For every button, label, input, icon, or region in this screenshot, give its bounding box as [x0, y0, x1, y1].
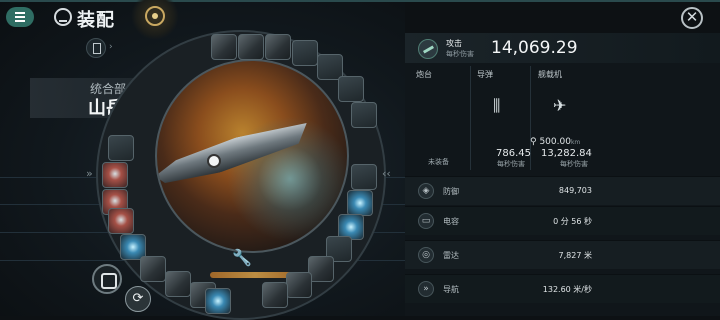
left-arrows-icon: »: [86, 167, 93, 180]
missile-dps-label: 每秒伤害: [497, 160, 525, 168]
stat-value: 7,827 米: [558, 251, 592, 260]
menu-button[interactable]: [6, 7, 34, 27]
capacitor-icon: ▭: [418, 213, 434, 229]
module-rack-button[interactable]: [92, 264, 122, 294]
high-slot-4[interactable]: [292, 40, 318, 66]
high-slot-1[interactable]: [211, 34, 237, 60]
stat-row-capacitor[interactable]: ▭ 电容 0 分 56 秒: [405, 206, 720, 235]
fighter-range: ⚲ 500.00km: [530, 137, 581, 147]
turret-status: 未装备: [428, 158, 449, 166]
stat-row-radar[interactable]: ◎ 雷达 7,827 米: [405, 240, 720, 269]
fitting-icon: [54, 8, 72, 26]
low-slot-7[interactable]: [262, 282, 288, 308]
ship-emblem: [207, 154, 221, 168]
high-slot-6[interactable]: [338, 76, 364, 102]
mid-slot-2[interactable]: [102, 162, 128, 188]
mid-slot-9[interactable]: [205, 288, 231, 314]
fighter-dps-label: 每秒伤害: [560, 160, 588, 168]
low-slot-6[interactable]: [286, 272, 312, 298]
fighter-range-unit: km: [570, 139, 581, 146]
missile-dps: 786.45: [496, 148, 531, 159]
swap-button[interactable]: ⟳: [125, 286, 151, 312]
ship-viewport[interactable]: [155, 59, 349, 253]
fighter-dps: 13,282.84: [541, 148, 592, 159]
shield-icon: ◈: [418, 183, 434, 199]
attack-value: 14,069.29: [491, 38, 578, 58]
mid-slot-4[interactable]: [108, 208, 134, 234]
turret-label: 炮台: [416, 70, 432, 79]
right-arrows-icon: ‹‹: [382, 167, 391, 180]
wrench-icon[interactable]: 🔧: [232, 248, 252, 267]
top-border: [0, 0, 720, 2]
radar-icon: ◎: [418, 247, 434, 263]
stat-label: 雷达: [443, 251, 459, 260]
navigation-icon: »: [418, 281, 434, 297]
high-slot-2[interactable]: [238, 34, 264, 60]
saved-fittings-icon[interactable]: [86, 38, 106, 58]
attack-icon: [418, 39, 438, 59]
fighter-label: 舰载机: [538, 70, 562, 79]
missile-label: 导弹: [477, 70, 493, 79]
stat-row-defense[interactable]: ◈ 防御 849,703: [405, 176, 720, 205]
attack-sublabel: 每秒伤害: [446, 50, 474, 58]
stat-value: 849,703: [558, 186, 592, 195]
stat-label: 防御: [443, 187, 459, 196]
high-slot-3[interactable]: [265, 34, 291, 60]
stat-label: 电容: [443, 217, 459, 226]
low-slot-2[interactable]: [347, 190, 373, 216]
stat-label: 导航: [443, 285, 459, 294]
high-slot-7[interactable]: [351, 102, 377, 128]
close-button[interactable]: ✕: [681, 7, 703, 29]
ship-model: [155, 120, 313, 188]
fighter-icon: ✈: [553, 96, 567, 115]
scan-dot-icon: [152, 13, 158, 19]
stat-row-navigation[interactable]: » 导航 132.60 米/秒: [405, 274, 720, 303]
column-divider: [470, 66, 471, 170]
stat-value: 132.60 米/秒: [542, 285, 592, 294]
low-slot-1[interactable]: [351, 164, 377, 190]
attack-label: 攻击: [446, 39, 462, 48]
mid-slot-7[interactable]: [165, 271, 191, 297]
stat-value: 0 分 56 秒: [553, 217, 592, 226]
mid-slot-6[interactable]: [140, 256, 166, 282]
page-title: 装配: [77, 10, 115, 31]
missile-icon: ⫼: [493, 96, 501, 115]
chevron-right-icon: ›: [109, 42, 113, 52]
menu-icon: [15, 16, 25, 18]
mid-slot-1[interactable]: [108, 135, 134, 161]
fighter-range-value: 500.00: [539, 137, 571, 147]
